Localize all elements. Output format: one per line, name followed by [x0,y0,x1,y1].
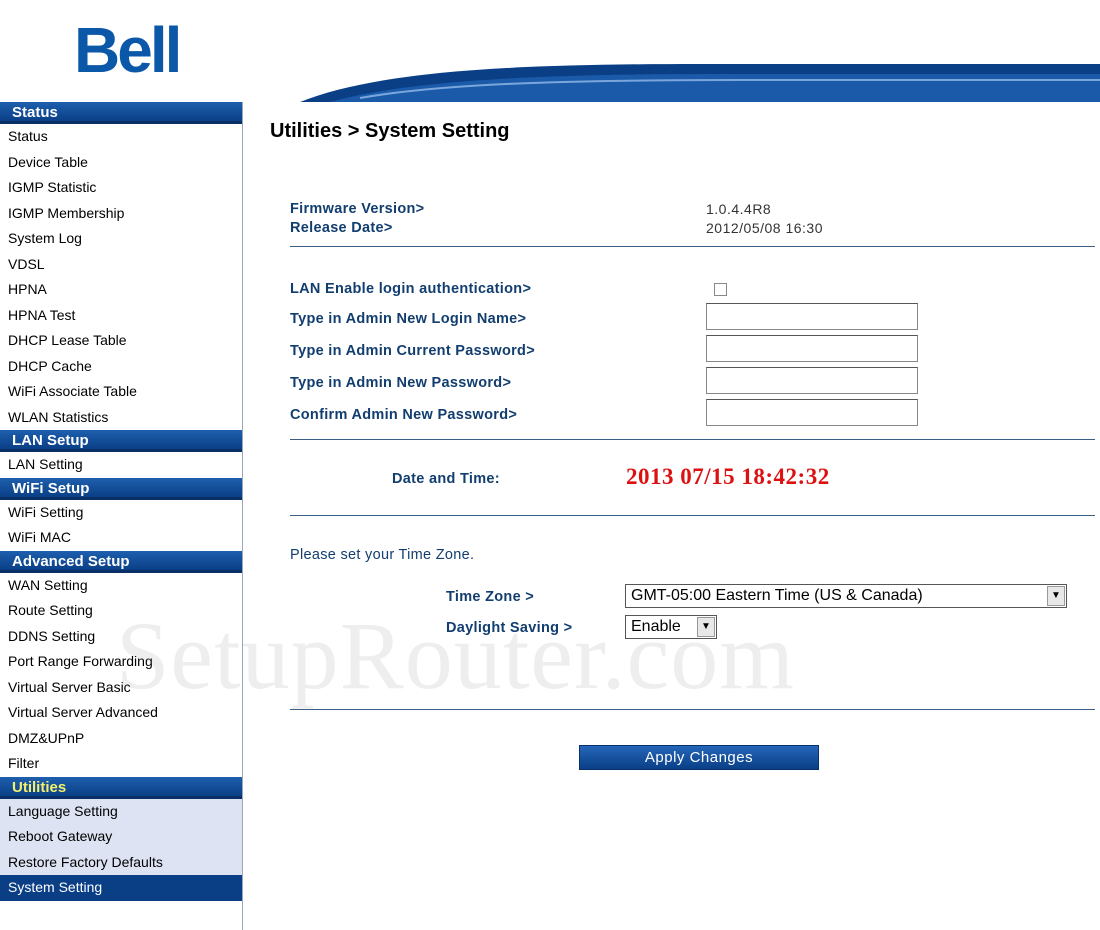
sidebar-item-dmz-upnp[interactable]: DMZ&UPnP [0,726,242,752]
sidebar-item-ddns-setting[interactable]: DDNS Setting [0,624,242,650]
date-time-label: Date and Time: [392,471,500,487]
sidebar-section-advanced-setup: Advanced Setup [0,550,242,573]
daylight-saving-selected: Enable [631,618,681,635]
release-date-label: Release Date> [290,220,393,236]
timezone-select[interactable]: GMT-05:00 Eastern Time (US & Canada) ▼ [625,584,1067,608]
sidebar-item-wifi-mac[interactable]: WiFi MAC [0,525,242,551]
firmware-version-label: Firmware Version> [290,201,425,217]
sidebar-item-lan-setting[interactable]: LAN Setting [0,452,242,478]
sidebar-item-system-setting[interactable]: System Setting [0,875,242,901]
divider [290,709,1095,710]
page-title: Utilities > System Setting [270,120,510,142]
sidebar-item-hpna[interactable]: HPNA [0,277,242,303]
sidebar-item-virtual-server-advanced[interactable]: Virtual Server Advanced [0,700,242,726]
admin-new-password-input[interactable] [706,367,918,394]
daylight-saving-select[interactable]: Enable ▼ [625,615,717,639]
sidebar-section-wifi-setup: WiFi Setup [0,477,242,500]
sidebar-item-port-range-forwarding[interactable]: Port Range Forwarding [0,649,242,675]
sidebar-item-wifi-associate-table[interactable]: WiFi Associate Table [0,379,242,405]
admin-current-password-input[interactable] [706,335,918,362]
admin-new-password-label: Type in Admin New Password> [290,375,512,391]
chevron-down-icon[interactable]: ▼ [697,617,715,637]
sidebar-section-utilities: Utilities [0,776,242,799]
firmware-version-value: 1.0.4.4R8 [706,201,772,217]
sidebar-item-hpna-test[interactable]: HPNA Test [0,303,242,329]
sidebar-item-filter[interactable]: Filter [0,751,242,777]
divider [290,515,1095,516]
lan-login-auth-checkbox[interactable] [714,283,727,296]
divider [290,439,1095,440]
sidebar-item-wifi-setting[interactable]: WiFi Setting [0,500,242,526]
bell-logo: Bell [74,14,182,86]
sidebar-item-restore-factory-defaults[interactable]: Restore Factory Defaults [0,849,242,875]
sidebar-section-status: Status [0,102,242,124]
main-content: Utilities > System Setting Firmware Vers… [244,102,1100,930]
release-date-value: 2012/05/08 16:30 [706,220,823,236]
sidebar-item-reboot-gateway[interactable]: Reboot Gateway [0,824,242,850]
timezone-note: Please set your Time Zone. [290,547,475,563]
apply-changes-button[interactable]: Apply Changes [579,745,819,770]
sidebar-item-dhcp-lease-table[interactable]: DHCP Lease Table [0,328,242,354]
sidebar-item-status[interactable]: Status [0,124,242,150]
divider [290,246,1095,247]
admin-login-name-label: Type in Admin New Login Name> [290,311,527,327]
sidebar-item-route-setting[interactable]: Route Setting [0,598,242,624]
sidebar-item-language-setting[interactable]: Language Setting [0,798,242,824]
sidebar-item-vdsl[interactable]: VDSL [0,252,242,278]
date-time-value: 2013 07/15 18:42:32 [626,464,830,489]
daylight-saving-label: Daylight Saving > [446,620,573,636]
sidebar-item-virtual-server-basic[interactable]: Virtual Server Basic [0,675,242,701]
admin-login-name-input[interactable] [706,303,918,330]
sidebar-item-dhcp-cache[interactable]: DHCP Cache [0,354,242,380]
timezone-label: Time Zone > [446,589,535,605]
chevron-down-icon[interactable]: ▼ [1047,586,1065,606]
confirm-password-input[interactable] [706,399,918,426]
timezone-selected: GMT-05:00 Eastern Time (US & Canada) [631,587,923,604]
sidebar-item-wan-setting[interactable]: WAN Setting [0,573,242,599]
confirm-password-label: Confirm Admin New Password> [290,407,518,423]
sidebar-item-wlan-statistics[interactable]: WLAN Statistics [0,405,242,431]
sidebar-item-system-log[interactable]: System Log [0,226,242,252]
sidebar-section-lan-setup: LAN Setup [0,430,242,452]
sidebar-nav: Status Status Device Table IGMP Statistic IG… [0,102,243,930]
sidebar-item-igmp-membership[interactable]: IGMP Membership [0,201,242,227]
header: Bell [0,0,1100,102]
lan-login-auth-label: LAN Enable login authentication> [290,281,532,297]
sidebar-item-device-table[interactable]: Device Table [0,150,242,176]
sidebar-item-igmp-statistic[interactable]: IGMP Statistic [0,175,242,201]
admin-current-password-label: Type in Admin Current Password> [290,343,535,359]
